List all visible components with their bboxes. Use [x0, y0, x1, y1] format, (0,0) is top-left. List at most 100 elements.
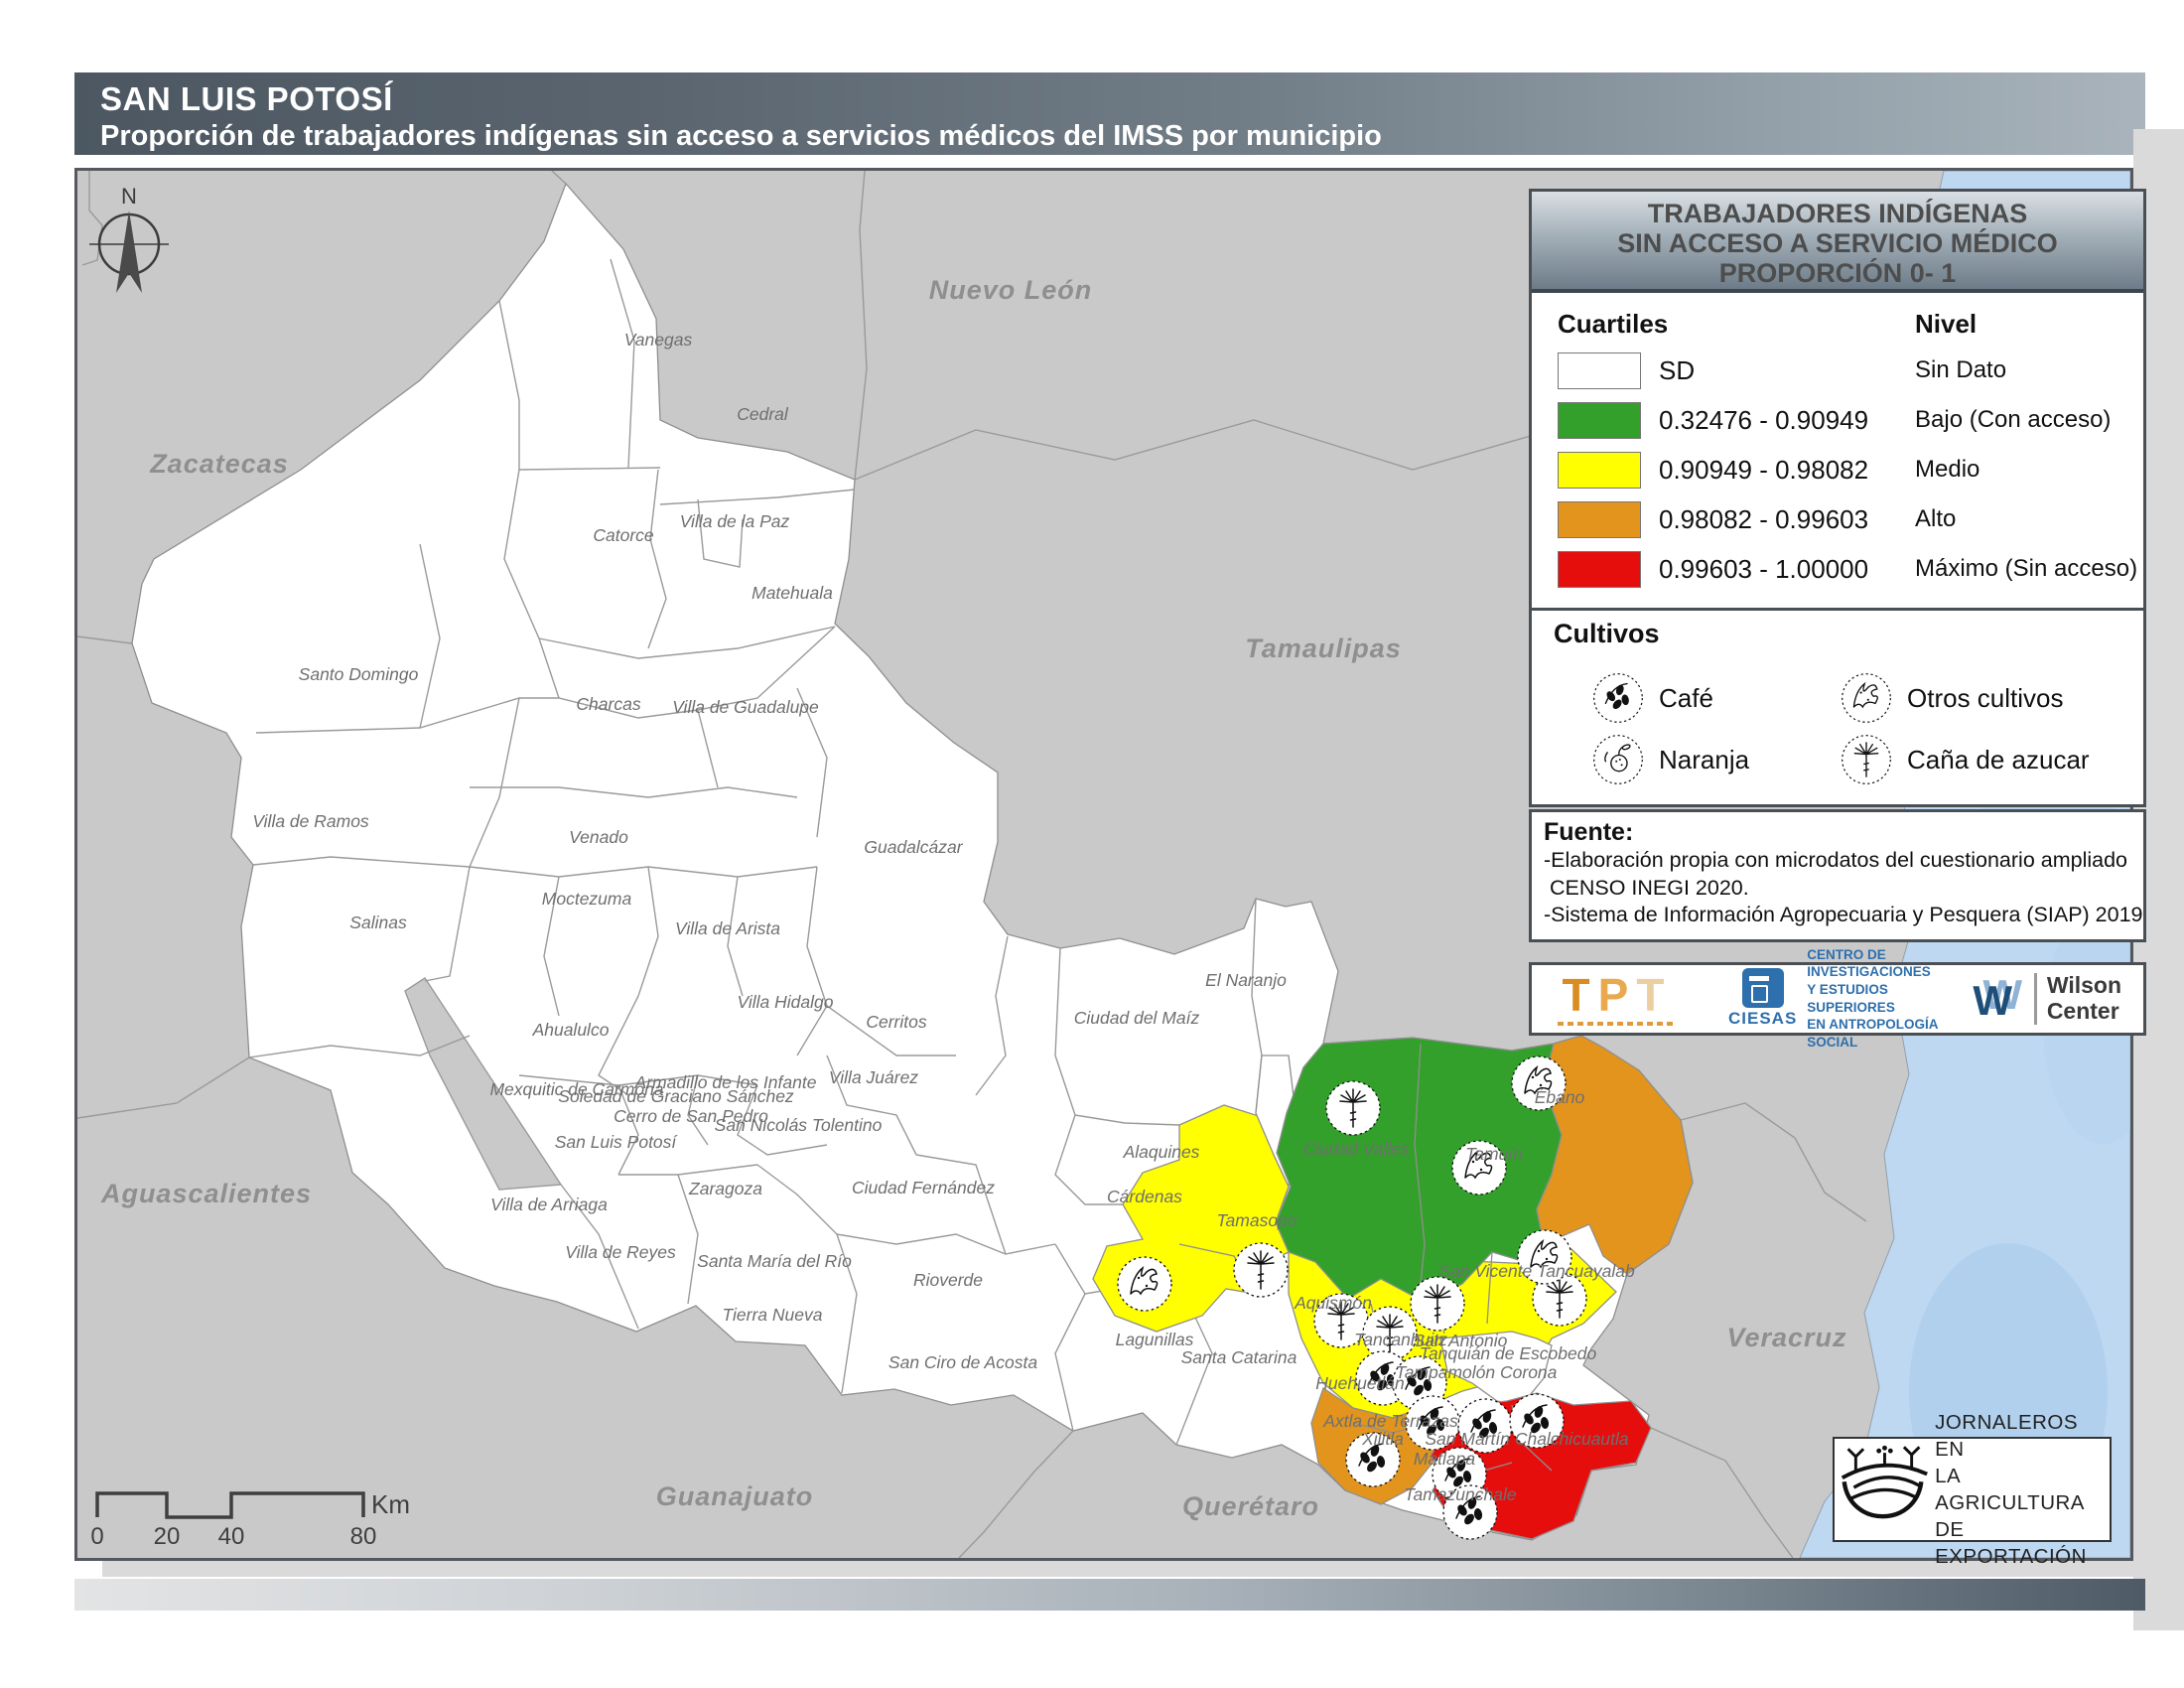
tpt-letter: T	[1563, 969, 1598, 1021]
tpt-letter: P	[1598, 969, 1637, 1021]
municipality-label: Catorce	[593, 525, 654, 545]
cafe-icon	[1591, 671, 1645, 725]
cultivo-label: Naranja	[1659, 745, 1749, 775]
scale-tick-label: 40	[218, 1523, 245, 1550]
cultivo-item: Caña de azucar	[1840, 733, 2143, 786]
cultivos-title: Cultivos	[1554, 619, 2143, 649]
municipality-label: Matehuala	[751, 583, 833, 603]
municipality-label: El Naranjo	[1205, 970, 1287, 990]
municipality-label: Matlapa	[1414, 1449, 1476, 1469]
legend-range: 0.99603 - 1.00000	[1659, 554, 1915, 585]
municipality-label: Santa Catarina	[1181, 1347, 1297, 1367]
municipality-label: Salinas	[349, 913, 407, 932]
municipality-label: Moctezuma	[542, 889, 632, 909]
municipality-label: Ciudad del Maíz	[1074, 1008, 1200, 1028]
cultivo-item: Otros cultivos	[1840, 671, 2143, 725]
municipality-label: Villa Hidalgo	[738, 992, 834, 1012]
legend: TRABAJADORES INDÍGENAS SIN ACCESO A SERV…	[1529, 189, 2146, 1036]
municipality-label: Tanquián de Escobedo	[1420, 1343, 1597, 1363]
naranja-icon	[1591, 733, 1645, 786]
municipality-label: Cedral	[737, 404, 789, 424]
legend-range: 0.32476 - 0.90949	[1659, 405, 1915, 436]
municipality-label: Tierra Nueva	[723, 1305, 823, 1325]
municipality-label: Ciudad Valles	[1302, 1139, 1410, 1159]
legend-col-cuartiles: Cuartiles	[1558, 309, 1915, 340]
legend-range: 0.90949 - 0.98082	[1659, 455, 1915, 486]
tpt-logo: TPT	[1558, 972, 1677, 1026]
wilson-w-icon: W W	[1973, 974, 2028, 1024]
municipality-label: Ahualulco	[532, 1020, 610, 1040]
fuente-line: -Sistema de Información Agropecuaria y P…	[1544, 902, 2133, 929]
map-shadow	[102, 1561, 2133, 1577]
cana-icon	[1411, 1277, 1464, 1331]
municipality-label: Villa de Reyes	[565, 1242, 676, 1262]
legend-row: 0.98082 - 0.99603 Alto	[1532, 494, 2143, 544]
municipality-label: Guadalcázar	[864, 837, 963, 857]
legend-range: SD	[1659, 355, 1915, 386]
fuente-line: -Elaboración propia con microdatos del c…	[1544, 847, 2133, 875]
otros-icon	[1118, 1257, 1171, 1311]
legend-header: TRABAJADORES INDÍGENAS SIN ACCESO A SERV…	[1532, 192, 2143, 293]
municipality-label: Charcas	[576, 694, 640, 714]
legend-level: Medio	[1915, 456, 1979, 484]
municipality-label: Villa de Arista	[675, 918, 780, 938]
cultivo-label: Otros cultivos	[1907, 683, 2064, 714]
legend-cultivos: Cultivos Café Otros cultivos Naranja Cañ…	[1532, 608, 2143, 804]
municipality-label: Santo Domingo	[299, 664, 419, 684]
swatch-alto	[1558, 501, 1641, 538]
municipality-label: Huehuetlán	[1315, 1373, 1405, 1393]
otros-cultivos-icon	[1840, 671, 1893, 725]
cultivo-label: Café	[1659, 683, 1713, 714]
jornaleros-logo-box: JORNALEROS EN LA AGRICULTURA DE EXPORTAC…	[1833, 1437, 2112, 1542]
legend-row: 0.32476 - 0.90949 Bajo (Con acceso)	[1532, 395, 2143, 445]
municipality-label: Villa de Ramos	[252, 811, 369, 831]
logos-box: TPT CIESAS CENTRO DE INVESTIGACIONES Y E…	[1529, 962, 2146, 1036]
legend-col-nivel: Nivel	[1915, 309, 1977, 340]
municipality-label: Santa María del Río	[697, 1251, 852, 1271]
state-label: Querétaro	[1182, 1491, 1319, 1521]
municipality-label: Cerritos	[866, 1012, 927, 1032]
municipality-label: San Nicolás Tolentino	[715, 1115, 883, 1135]
cultivo-item: Café	[1591, 671, 1840, 725]
fuente-line: CENSO INEGI 2020.	[1544, 875, 2133, 903]
bottom-gradient-bar	[74, 1579, 2145, 1611]
municipality-label: Tamuín	[1465, 1144, 1523, 1164]
municipality-label: Vanegas	[624, 330, 693, 350]
svg-text:N: N	[121, 184, 137, 209]
legend-quartiles: Cuartiles Nivel SD Sin Dato 0.32476 - 0.…	[1532, 293, 2143, 608]
state-label: Nuevo León	[929, 275, 1093, 305]
wilson-center-logo: W W Wilson Center	[1973, 973, 2121, 1025]
legend-row: 0.99603 - 1.00000 Máximo (Sin acceso)	[1532, 544, 2143, 594]
municipality-label: Cárdenas	[1107, 1187, 1182, 1206]
municipality-label: Ébano	[1535, 1087, 1585, 1107]
municipality-label: Villa de la Paz	[680, 511, 790, 531]
scale-tick-label: 20	[154, 1523, 181, 1550]
municipality-label: San Martín Chalchicuautla	[1425, 1429, 1629, 1449]
cana-icon	[1234, 1243, 1288, 1297]
legend-row: SD Sin Dato	[1532, 346, 2143, 395]
municipality-label: Tamasopo	[1216, 1210, 1297, 1230]
municipality-label: Villa de Arriaga	[490, 1195, 608, 1214]
municipality-label: Xilitla	[1361, 1429, 1404, 1449]
cana-icon	[1326, 1081, 1380, 1135]
state-label: Aguascalientes	[100, 1179, 312, 1208]
state-label: Guanajuato	[656, 1481, 814, 1511]
cultivo-item: Naranja	[1591, 733, 1840, 786]
legend-level: Sin Dato	[1915, 356, 2006, 384]
scale-tick-label: 80	[350, 1523, 377, 1550]
municipality-label: San Vicente Tancuayalab	[1438, 1261, 1635, 1281]
municipality-label: Axtla de Terrazas	[1322, 1411, 1458, 1431]
municipality-label: Armadillo de los Infante	[634, 1072, 817, 1092]
municipality-label: San Luis Potosí	[555, 1132, 679, 1152]
municipality-label: Aquismón	[1294, 1293, 1372, 1313]
page-subtitle: Proporción de trabajadores indígenas sin…	[100, 120, 2145, 153]
swatch-sin-dato	[1558, 352, 1641, 389]
ciesas-icon	[1742, 968, 1784, 1008]
swatch-bajo	[1558, 402, 1641, 439]
ciesas-text-line: CENTRO DE INVESTIGACIONES	[1807, 946, 1973, 981]
page-title: SAN LUIS POTOSÍ	[100, 80, 2145, 118]
legend-row: 0.90949 - 0.98082 Medio	[1532, 445, 2143, 494]
swatch-medio	[1558, 452, 1641, 489]
title-bar: SAN LUIS POTOSÍ Proporción de trabajador…	[74, 72, 2145, 155]
svg-text:Km: Km	[371, 1489, 410, 1519]
